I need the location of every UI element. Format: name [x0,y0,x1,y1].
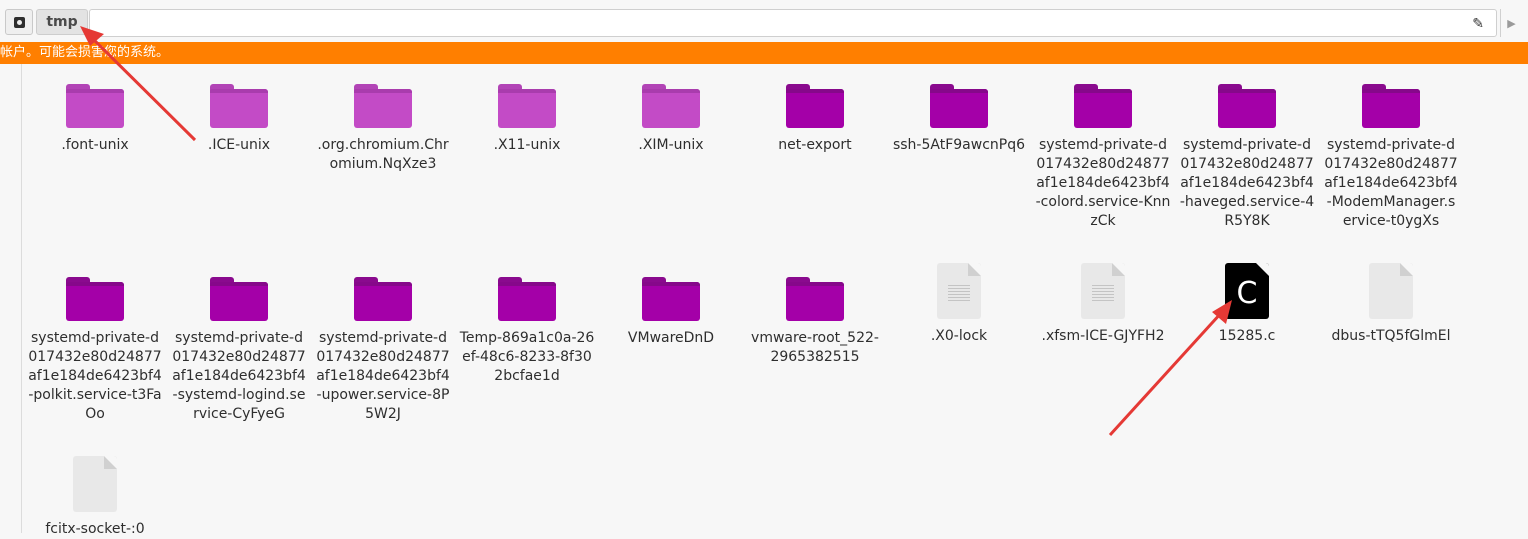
folder-icon[interactable] [66,277,124,321]
file-item[interactable]: systemd-private-d017432e80d24877af1e184d… [1031,66,1175,231]
folder-icon[interactable] [786,277,844,321]
folder-icon[interactable] [1074,84,1132,128]
drive-icon[interactable] [5,9,33,35]
file-item[interactable]: .XIM-unix [599,66,743,155]
file-item[interactable]: VMwareDnD [599,259,743,348]
file-name-label: systemd-private-d017432e80d24877af1e184d… [172,330,306,422]
blank-file-icon[interactable] [73,456,117,512]
file-item[interactable]: dbus-tTQ5fGlmEl [1319,259,1463,346]
file-item[interactable]: .org.chromium.Chromium.NqXze3 [311,66,455,174]
path-bar: tmp ✎ ▶ [0,0,1528,40]
file-name-label: 15285.c [1218,328,1276,344]
folder-icon[interactable] [642,277,700,321]
divider [21,64,22,533]
file-name-label: .ICE-unix [207,137,271,153]
folder-icon[interactable] [210,84,268,128]
folder-icon[interactable] [642,84,700,128]
file-item[interactable]: Temp-869a1c0a-26ef-48c6-8233-8f302bcfae1… [455,259,599,386]
breadcrumb-tmp[interactable]: tmp [36,9,88,35]
file-name-label: systemd-private-d017432e80d24877af1e184d… [1035,137,1171,229]
text-file-icon[interactable] [1081,263,1125,319]
folder-icon[interactable] [1362,84,1420,128]
file-item[interactable]: .X11-unix [455,66,599,155]
file-item[interactable]: vmware-root_522-2965382515 [743,259,887,367]
file-name-label: systemd-private-d017432e80d24877af1e184d… [1324,137,1458,229]
folder-icon[interactable] [354,277,412,321]
folder-icon[interactable] [786,84,844,128]
file-name-label: systemd-private-d017432e80d24877af1e184d… [316,330,450,422]
file-item[interactable]: systemd-private-d017432e80d24877af1e184d… [167,259,311,424]
chevron-right-icon[interactable]: ▶ [1500,9,1522,37]
file-name-label: ssh-5AtF9awcnPq6 [892,137,1026,153]
file-name-label: .font-unix [61,137,129,153]
file-name-label: VMwareDnD [627,330,715,346]
file-item[interactable]: .X0-lock [887,259,1031,346]
file-name-label: systemd-private-d017432e80d24877af1e184d… [28,330,162,422]
file-item[interactable]: systemd-private-d017432e80d24877af1e184d… [311,259,455,424]
file-item[interactable]: ssh-5AtF9awcnPq6 [887,66,1031,155]
file-item[interactable]: systemd-private-d017432e80d24877af1e184d… [1175,66,1319,231]
pencil-icon[interactable]: ✎ [1472,16,1484,32]
folder-icon[interactable] [930,84,988,128]
folder-icon[interactable] [498,277,556,321]
file-item[interactable]: .xfsm-ICE-GJYFH2 [1031,259,1175,346]
text-file-icon[interactable] [937,263,981,319]
c-source-file-icon[interactable]: C [1225,263,1269,319]
file-item[interactable]: C 15285.c [1175,259,1319,346]
file-name-label: .X0-lock [930,328,988,344]
file-name-label: .XIM-unix [638,137,704,153]
file-grid: .font-unix .ICE-unix .org.chromium.Chromiu… [23,66,1528,537]
file-item[interactable]: fcitx-socket-:0 [23,452,167,539]
file-name-label: vmware-root_522-2965382515 [751,330,879,365]
file-item[interactable]: systemd-private-d017432e80d24877af1e184d… [1319,66,1463,231]
folder-icon[interactable] [66,84,124,128]
file-name-label: .xfsm-ICE-GJYFH2 [1041,328,1165,344]
file-name-label: dbus-tTQ5fGlmEl [1331,328,1451,344]
file-item[interactable]: systemd-private-d017432e80d24877af1e184d… [23,259,167,424]
file-item[interactable]: .ICE-unix [167,66,311,155]
file-name-label: .X11-unix [493,137,561,153]
file-name-label: systemd-private-d017432e80d24877af1e184d… [1179,137,1315,229]
folder-icon[interactable] [354,84,412,128]
location-field[interactable]: ✎ [89,9,1497,37]
file-name-label: Temp-869a1c0a-26ef-48c6-8233-8f302bcfae1… [459,330,595,384]
folder-icon[interactable] [210,277,268,321]
blank-file-icon[interactable] [1369,263,1413,319]
file-name-label: fcitx-socket-:0 [45,521,145,537]
file-name-label: net-export [778,137,852,153]
file-item[interactable]: net-export [743,66,887,155]
folder-icon[interactable] [498,84,556,128]
file-name-label: .org.chromium.Chromium.NqXze3 [317,137,449,172]
folder-icon[interactable] [1218,84,1276,128]
file-item[interactable]: .font-unix [23,66,167,155]
root-warning-banner: 帐户。可能会损害您的系统。 [0,42,1528,64]
